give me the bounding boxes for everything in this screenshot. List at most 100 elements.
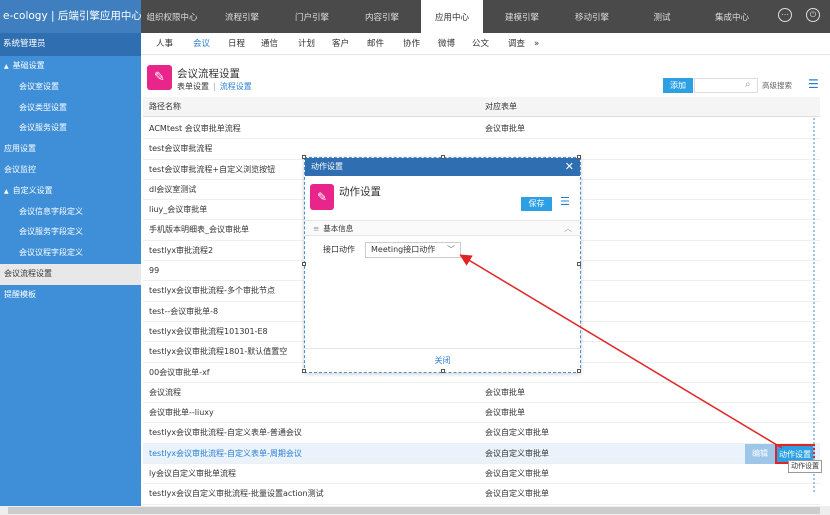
- more-icon[interactable]: ⋯: [778, 8, 792, 22]
- table-row[interactable]: 会议流程 会议审批单: [143, 383, 820, 404]
- triangle-icon: ▲: [4, 187, 9, 195]
- horizontal-scrollbar[interactable]: [0, 506, 830, 515]
- edit-icon: ✎: [310, 184, 334, 210]
- sub-menu: 人事 会议 日程 通信 计划 客户 邮件 协作 微博 公文 调查 »: [141, 33, 830, 55]
- table-header: 路径名称 对应表单: [143, 97, 820, 117]
- cell-path-name: ACMtest 会议审批单流程: [149, 124, 241, 133]
- top-nav-item[interactable]: 集成中心: [701, 0, 763, 33]
- search-icon[interactable]: ⌕: [745, 79, 751, 90]
- add-button[interactable]: 添加: [663, 78, 693, 93]
- cell-path-name: 00会议审批单-xf: [149, 367, 210, 377]
- cell-path-name: testlyx会议自定义审批流程-批量设置action测试: [149, 489, 324, 499]
- sub-menu-item[interactable]: 会议: [193, 33, 210, 55]
- cell-path-name: testlyx会议审批流程-多个审批节点: [149, 286, 275, 296]
- select-value: Meeting接口动作: [371, 245, 436, 254]
- resize-handle[interactable]: [441, 369, 445, 373]
- sub-menu-item[interactable]: 微博: [438, 33, 455, 55]
- sidebar-item[interactable]: 会议信息字段定义: [0, 202, 141, 223]
- power-icon[interactable]: ⏻: [806, 8, 820, 22]
- resize-handle[interactable]: [577, 155, 581, 159]
- table-row[interactable]: testlyx会议审批流程-自定义表单-周期会议 会议自定义审批单 编辑 动作设置: [143, 443, 820, 465]
- cell-form: 会议审批单: [485, 124, 525, 133]
- sidebar-item-label: 会议议程字段定义: [19, 248, 83, 258]
- tab-flow-settings[interactable]: 流程设置: [220, 82, 252, 91]
- table-row[interactable]: 会议审批单--liuxy 会议审批单: [143, 403, 820, 424]
- resize-handle[interactable]: [577, 369, 581, 373]
- sidebar-item-label: 会议信息字段定义: [19, 206, 83, 216]
- sub-menu-item[interactable]: 客户: [332, 33, 349, 55]
- sidebar-item[interactable]: 会议流程设置: [0, 263, 141, 285]
- sub-menu-item[interactable]: 人事: [156, 33, 173, 55]
- close-icon[interactable]: ✕: [565, 158, 574, 176]
- table-row[interactable]: ly会议自定义审批单流程 会议自定义审批单: [143, 464, 820, 485]
- list-icon[interactable]: ☰: [560, 195, 570, 208]
- top-nav-item[interactable]: 流程引擎: [211, 0, 273, 33]
- cell-form: 会议自定义审批单: [485, 469, 549, 479]
- more-chevron-icon[interactable]: »: [534, 33, 539, 55]
- table-row[interactable]: ACMtest 会议审批单流程 会议审批单: [143, 119, 820, 140]
- sidebar-item-label: 会议服务字段定义: [19, 227, 83, 237]
- cell-path-name: testlyx会议审批流程1801-默认值置空: [149, 347, 288, 357]
- sidebar-item[interactable]: 会议室设置: [0, 77, 141, 98]
- top-nav-item[interactable]: 组织权限中心: [141, 0, 203, 33]
- sidebar-item-label: 会议服务设置: [19, 123, 67, 133]
- top-nav-item[interactable]: 应用中心: [421, 0, 483, 33]
- sub-menu-item[interactable]: 调查: [508, 33, 525, 55]
- top-nav-item[interactable]: 移动引擎: [561, 0, 623, 33]
- sub-menu-item[interactable]: 协作: [403, 33, 420, 55]
- sidebar-item-label: 会议室设置: [19, 81, 59, 91]
- sub-menu-item[interactable]: 公文: [472, 33, 489, 55]
- scrollbar-thumb[interactable]: [8, 507, 820, 514]
- resize-handle[interactable]: [441, 155, 445, 159]
- table-row[interactable]: testlyx会议审批流程-自定义表单-普通会议 会议自定义审批单: [143, 423, 820, 444]
- top-nav-item[interactable]: 建模引擎: [491, 0, 553, 33]
- table-row[interactable]: testlyx会议自定义审批流程-批量设置action测试 会议自定义审批单: [143, 484, 820, 505]
- sidebar: 系统管理员 ▲ 基础设置会议室设置会议类型设置会议服务设置应用设置会议监控 ▲ 自定义…: [0, 33, 141, 515]
- cell-path-name: test--会议审批单-8: [149, 306, 219, 316]
- section-basic-info[interactable]: ≡ 基本信息 ︿: [305, 220, 580, 236]
- sub-menu-item[interactable]: 日程: [228, 33, 245, 55]
- sub-menu-item[interactable]: 通信: [261, 33, 278, 55]
- sidebar-item[interactable]: 应用设置: [0, 139, 141, 160]
- sidebar-item[interactable]: 提醒模板: [0, 285, 141, 306]
- resize-handle[interactable]: [577, 262, 581, 266]
- sidebar-item-label: 自定义设置: [12, 185, 53, 195]
- cell-path-name: 99: [149, 266, 160, 276]
- scroll-indicator: [813, 118, 817, 492]
- sidebar-user: 系统管理员: [0, 33, 141, 56]
- chevron-up-icon[interactable]: ︿: [564, 221, 572, 236]
- tooltip: 动作设置: [788, 460, 822, 473]
- sidebar-item[interactable]: 会议服务字段定义: [0, 222, 141, 243]
- top-nav-item[interactable]: 门户引擎: [281, 0, 343, 33]
- edit-icon: ✎: [147, 65, 172, 90]
- edit-button[interactable]: 编辑: [745, 443, 775, 464]
- tab-form-settings[interactable]: 表单设置: [177, 82, 209, 91]
- page-tabs: 表单设置 | 流程设置: [177, 81, 252, 92]
- list-icon[interactable]: ☰: [808, 77, 819, 91]
- col-form[interactable]: 对应表单: [485, 97, 517, 117]
- interface-action-select[interactable]: Meeting接口动作 ﹀: [365, 242, 461, 258]
- save-button[interactable]: 保存: [521, 197, 552, 211]
- resize-handle[interactable]: [302, 262, 306, 266]
- resize-handle[interactable]: [302, 369, 306, 373]
- sidebar-item-label: 提醒模板: [4, 289, 36, 299]
- resize-handle[interactable]: [302, 155, 306, 159]
- sub-menu-item[interactable]: 邮件: [367, 33, 384, 55]
- cell-form: 会议自定义审批单: [485, 428, 549, 438]
- cell-path-name: 会议审批单--liuxy: [149, 408, 214, 418]
- sidebar-item[interactable]: 会议议程字段定义: [0, 243, 141, 264]
- sidebar-item[interactable]: ▲ 基础设置: [0, 56, 141, 77]
- top-nav-item[interactable]: 内容引擎: [351, 0, 413, 33]
- sidebar-item-label: 会议监控: [4, 164, 36, 174]
- cell-path-name: testlyx审批流程2: [149, 245, 214, 255]
- top-nav-item[interactable]: 测试: [631, 0, 693, 33]
- col-path-name[interactable]: 路径名称: [149, 97, 181, 117]
- cell-path-name: 手机版本明细表_会议审批单: [149, 225, 249, 235]
- sidebar-item[interactable]: 会议类型设置: [0, 98, 141, 119]
- sidebar-item[interactable]: 会议服务设置: [0, 118, 141, 139]
- sub-menu-item[interactable]: 计划: [298, 33, 315, 55]
- advanced-search-link[interactable]: 高级搜索: [762, 80, 792, 91]
- sidebar-item[interactable]: ▲ 自定义设置: [0, 181, 141, 202]
- cell-path-name: ly会议自定义审批单流程: [149, 469, 236, 479]
- sidebar-item[interactable]: 会议监控: [0, 160, 141, 181]
